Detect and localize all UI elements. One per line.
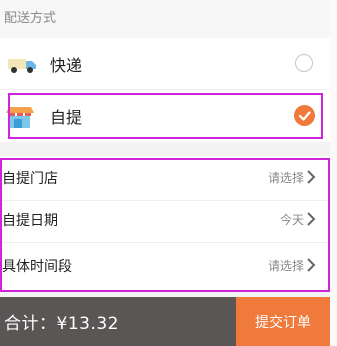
delivery-option-pickup[interactable]: 自提 <box>0 90 330 142</box>
radio-express[interactable] <box>295 54 313 72</box>
label-pickup-time-slot: 具体时间段 <box>2 259 72 275</box>
submit-order-button[interactable]: 提交订单 <box>236 297 330 346</box>
truck-icon <box>6 52 38 76</box>
chevron-right-icon <box>306 257 316 273</box>
right-edge <box>330 0 337 346</box>
label-pickup-store: 自提门店 <box>2 171 58 187</box>
row-pickup-store[interactable]: 自提门店 请选择 <box>0 156 330 201</box>
chevron-right-icon <box>306 211 316 227</box>
section-gap <box>0 142 330 156</box>
radio-pickup-checked[interactable] <box>294 105 315 126</box>
value-pickup-time-slot: 请选择 <box>267 259 304 273</box>
express-label: 快递 <box>50 55 83 75</box>
label-pickup-date: 自提日期 <box>2 213 58 229</box>
row-pickup-time-slot[interactable]: 具体时间段 请选择 <box>0 244 330 289</box>
chevron-right-icon <box>306 169 316 185</box>
row-pickup-date[interactable]: 自提日期 今天 <box>0 198 330 243</box>
pickup-label: 自提 <box>50 108 83 127</box>
value-pickup-store: 请选择 <box>267 171 304 185</box>
delivery-option-express[interactable]: 快递 <box>0 38 330 90</box>
section-title-delivery-method: 配送方式 <box>0 0 330 38</box>
total-amount: 合计：¥13.32 <box>4 314 119 334</box>
value-pickup-date: 今天 <box>279 213 304 227</box>
store-icon <box>6 104 38 128</box>
